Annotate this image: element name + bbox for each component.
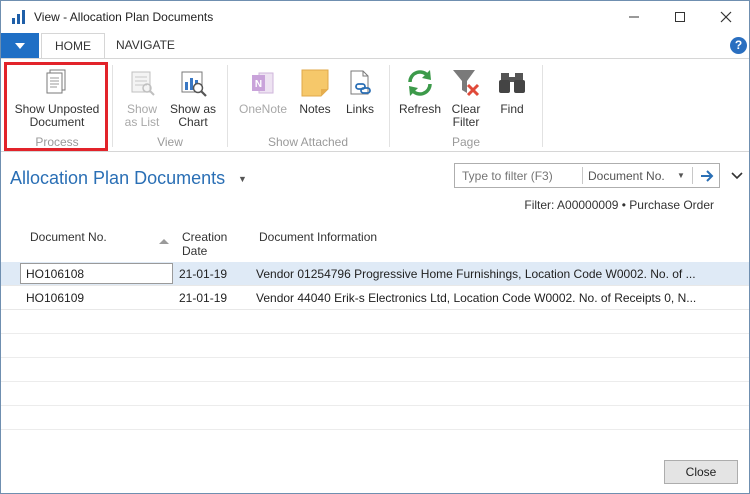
- maximize-button[interactable]: [657, 1, 703, 33]
- show-as-list-label-2: as List: [124, 115, 160, 129]
- minimize-button[interactable]: [611, 1, 657, 33]
- cell-creation-date[interactable]: 21-01-19: [179, 267, 227, 281]
- page-title[interactable]: Allocation Plan Documents: [10, 168, 225, 189]
- group-separator: [227, 65, 228, 147]
- list-icon: [131, 71, 155, 96]
- apply-filter-button[interactable]: [695, 165, 719, 186]
- minimize-icon: [629, 16, 639, 18]
- active-filter-text: Filter: A00000009 • Purchase Order: [524, 198, 714, 212]
- onenote-icon: N: [252, 72, 274, 94]
- filter-box: Document No. ▼: [454, 163, 720, 188]
- notes-button[interactable]: Notes: [295, 67, 335, 116]
- dialog-window: View - Allocation Plan Documents HOME NA…: [0, 0, 750, 494]
- app-icon: [12, 10, 25, 24]
- cell-document-no[interactable]: HO106108: [26, 267, 84, 281]
- filter-input[interactable]: [455, 164, 583, 187]
- table-row[interactable]: HO106109 21-01-19 Vendor 44040 Erik-s El…: [1, 286, 749, 310]
- column-header-document-information[interactable]: Document Information: [259, 230, 377, 244]
- filter-field-select[interactable]: Document No.: [588, 169, 665, 183]
- filter-divider: [692, 167, 693, 184]
- dialog-footer: Close: [1, 449, 749, 493]
- chevron-down-icon[interactable]: ▼: [677, 171, 685, 180]
- notes-label: Notes: [299, 102, 331, 116]
- group-label-show-attached: Show Attached: [267, 135, 349, 149]
- chart-icon: [181, 71, 207, 97]
- caret-down-icon: [15, 42, 25, 49]
- column-header-document-no[interactable]: Document No.: [30, 230, 107, 244]
- clear-filter-icon: [453, 70, 480, 97]
- refresh-icon: [408, 70, 432, 96]
- clear-filter-button[interactable]: Clear Filter: [445, 67, 487, 129]
- tab-navigate[interactable]: NAVIGATE: [103, 33, 188, 58]
- binoculars-icon: [499, 73, 525, 93]
- close-icon: [720, 11, 732, 23]
- empty-row: [1, 406, 749, 430]
- title-bar: View - Allocation Plan Documents: [1, 1, 749, 33]
- group-label-page: Page: [451, 135, 481, 149]
- window-title: View - Allocation Plan Documents: [34, 10, 214, 24]
- tab-home[interactable]: HOME: [41, 33, 105, 59]
- refresh-label: Refresh: [398, 102, 442, 116]
- svg-text:N: N: [255, 79, 262, 90]
- arrow-right-icon: [701, 169, 714, 182]
- table-row[interactable]: HO106108 21-01-19 Vendor 01254796 Progre…: [1, 262, 749, 286]
- empty-row: [1, 310, 749, 334]
- show-as-chart-button[interactable]: Show as Chart: [167, 67, 219, 129]
- filter-divider: [582, 167, 583, 184]
- note-icon: [301, 69, 329, 97]
- cell-creation-date[interactable]: 21-01-19: [179, 291, 227, 305]
- column-header-creation-date[interactable]: Creation Date: [182, 230, 227, 258]
- close-window-button[interactable]: [703, 1, 749, 33]
- clear-filter-label-2: Filter: [452, 115, 480, 129]
- empty-row: [1, 382, 749, 406]
- cell-document-no[interactable]: HO106109: [26, 291, 84, 305]
- creation-date-label-1: Creation: [182, 230, 228, 244]
- sort-ascending-icon: [159, 239, 169, 244]
- find-button[interactable]: Find: [491, 67, 533, 116]
- cell-document-information[interactable]: Vendor 44040 Erik-s Electronics Ltd, Loc…: [256, 291, 696, 305]
- help-icon[interactable]: ?: [730, 37, 747, 54]
- chevron-down-icon: [731, 172, 743, 180]
- find-label: Find: [500, 102, 524, 116]
- empty-row: [1, 358, 749, 382]
- group-label-view: View: [157, 135, 183, 149]
- refresh-button[interactable]: Refresh: [397, 67, 443, 116]
- highlight-box: [4, 62, 108, 151]
- application-menu-button[interactable]: [1, 33, 39, 58]
- empty-row: [1, 334, 749, 358]
- group-separator: [112, 65, 113, 147]
- maximize-icon: [675, 12, 685, 22]
- group-separator: [542, 65, 543, 147]
- links-label: Links: [345, 102, 374, 116]
- creation-date-label-2: Date: [182, 244, 208, 258]
- onenote-label: OneNote: [238, 102, 288, 116]
- close-button[interactable]: Close: [664, 460, 738, 484]
- ribbon-tab-row: HOME NAVIGATE ?: [1, 33, 749, 59]
- title-dropdown-icon[interactable]: ▼: [238, 174, 247, 184]
- links-button[interactable]: Links: [340, 67, 380, 116]
- expand-filter-button[interactable]: [731, 169, 743, 183]
- onenote-button[interactable]: N OneNote: [235, 67, 291, 116]
- show-as-list-button[interactable]: Show as List: [119, 67, 165, 129]
- link-icon: [350, 70, 371, 95]
- show-as-chart-label-2: Chart: [178, 115, 208, 129]
- group-separator: [389, 65, 390, 147]
- cell-document-information[interactable]: Vendor 01254796 Progressive Home Furnish…: [256, 267, 696, 281]
- ribbon: Show Unposted Document Process Show as L…: [1, 58, 749, 152]
